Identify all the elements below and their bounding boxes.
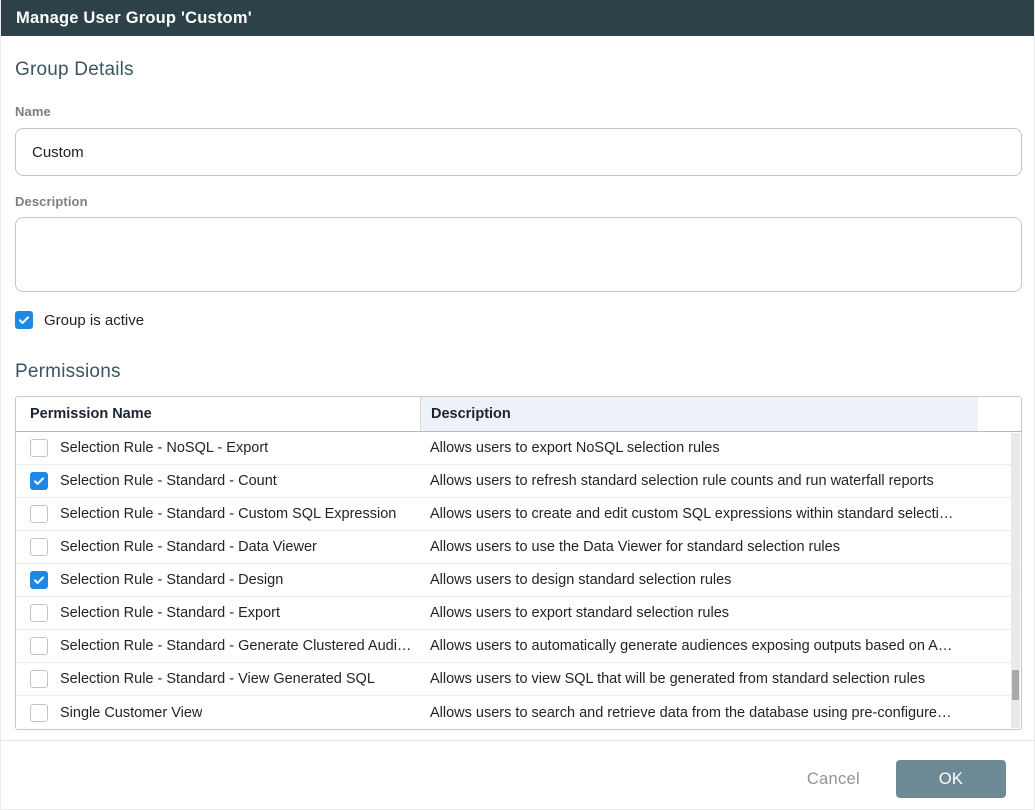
name-input[interactable] bbox=[15, 128, 1022, 176]
table-row[interactable]: Selection Rule - Standard - Data Viewer A… bbox=[16, 531, 1021, 564]
group-active-row: Group is active bbox=[15, 309, 1020, 331]
permission-name-cell: Selection Rule - Standard - Generate Clu… bbox=[16, 637, 420, 655]
table-scrollbar[interactable] bbox=[1011, 433, 1020, 728]
dialog-titlebar: Manage User Group 'Custom' bbox=[1, 0, 1034, 36]
permission-description-label: Allows users to design standard selectio… bbox=[420, 572, 1021, 588]
header-scrollbar-corner bbox=[978, 397, 1021, 431]
permission-name-cell: Selection Rule - Standard - Count bbox=[16, 472, 420, 490]
permission-name-label: Selection Rule - Standard - Design bbox=[60, 572, 283, 588]
table-row[interactable]: Single Customer View Allows users to sear… bbox=[16, 696, 1021, 729]
checkmark-icon bbox=[32, 573, 46, 587]
permissions-heading: Permissions bbox=[15, 358, 1020, 386]
table-row[interactable]: Selection Rule - Standard - Export Allows… bbox=[16, 597, 1021, 630]
permission-checkbox-unchecked[interactable] bbox=[30, 439, 48, 457]
group-active-checkbox[interactable] bbox=[15, 311, 33, 329]
checkmark-icon bbox=[17, 313, 31, 327]
description-input[interactable] bbox=[15, 217, 1022, 292]
permission-description-label: Allows users to export standard selectio… bbox=[420, 605, 1021, 621]
permission-name-cell: Selection Rule - Standard - Export bbox=[16, 604, 420, 622]
table-row[interactable]: Selection Rule - Standard - Design Allows… bbox=[16, 564, 1021, 597]
table-row[interactable]: Selection Rule - Standard - Custom SQL E… bbox=[16, 498, 1021, 531]
manage-user-group-dialog: Manage User Group 'Custom' Group Details… bbox=[0, 0, 1035, 810]
permission-description-label: Allows users to export NoSQL selection r… bbox=[420, 440, 1021, 456]
permission-name-label: Selection Rule - Standard - Generate Clu… bbox=[60, 638, 411, 654]
permission-name-label: Selection Rule - Standard - Data Viewer bbox=[60, 539, 317, 555]
permission-name-cell: Selection Rule - Standard - Custom SQL E… bbox=[16, 505, 420, 523]
table-scrollbar-thumb[interactable] bbox=[1012, 670, 1019, 700]
table-row[interactable]: Selection Rule - Standard - Generate Clu… bbox=[16, 630, 1021, 663]
permission-name-label: Single Customer View bbox=[60, 705, 202, 721]
permission-checkbox-unchecked[interactable] bbox=[30, 637, 48, 655]
permission-description-label: Allows users to use the Data Viewer for … bbox=[420, 539, 1021, 555]
table-row[interactable]: Selection Rule - Standard - View Generat… bbox=[16, 663, 1021, 696]
permissions-table-header: Permission Name Description bbox=[16, 397, 1021, 432]
column-header-permission-name[interactable]: Permission Name bbox=[16, 397, 420, 431]
permission-name-label: Selection Rule - Standard - Export bbox=[60, 605, 280, 621]
ok-button[interactable]: OK bbox=[896, 760, 1006, 798]
permission-checkbox-checked[interactable] bbox=[30, 571, 48, 589]
permission-name-cell: Selection Rule - NoSQL - Export bbox=[16, 439, 420, 457]
permission-checkbox-unchecked[interactable] bbox=[30, 670, 48, 688]
permission-name-cell: Selection Rule - Standard - Design bbox=[16, 571, 420, 589]
dialog-content: Group Details Name Description Group is … bbox=[1, 56, 1034, 798]
group-active-label: Group is active bbox=[44, 312, 144, 329]
permission-description-label: Allows users to refresh standard selecti… bbox=[420, 473, 1021, 489]
cancel-button[interactable]: Cancel bbox=[807, 770, 860, 789]
permission-checkbox-unchecked[interactable] bbox=[30, 704, 48, 722]
group-details-heading: Group Details bbox=[15, 56, 1020, 84]
permission-name-cell: Selection Rule - Standard - Data Viewer bbox=[16, 538, 420, 556]
permission-description-label: Allows users to automatically generate a… bbox=[420, 638, 1021, 654]
permission-name-label: Selection Rule - Standard - Count bbox=[60, 473, 277, 489]
permission-checkbox-unchecked[interactable] bbox=[30, 505, 48, 523]
permission-description-label: Allows users to view SQL that will be ge… bbox=[420, 671, 1021, 687]
name-label: Name bbox=[15, 104, 1020, 119]
checkmark-icon bbox=[32, 474, 46, 488]
permission-name-label: Selection Rule - Standard - View Generat… bbox=[60, 671, 375, 687]
permission-checkbox-unchecked[interactable] bbox=[30, 604, 48, 622]
dialog-title: Manage User Group 'Custom' bbox=[16, 9, 252, 28]
permission-checkbox-checked[interactable] bbox=[30, 472, 48, 490]
permission-description-label: Allows users to create and edit custom S… bbox=[420, 506, 1021, 522]
table-row[interactable]: Selection Rule - NoSQL - Export Allows us… bbox=[16, 432, 1021, 465]
permission-checkbox-unchecked[interactable] bbox=[30, 538, 48, 556]
permission-name-cell: Single Customer View bbox=[16, 704, 420, 722]
table-row[interactable]: Selection Rule - Standard - Count Allows … bbox=[16, 465, 1021, 498]
permissions-table: Permission Name Description Selection Ru… bbox=[15, 396, 1022, 730]
column-header-description[interactable]: Description bbox=[420, 397, 978, 431]
permission-description-label: Allows users to search and retrieve data… bbox=[420, 705, 1021, 721]
permission-name-label: Selection Rule - Standard - Custom SQL E… bbox=[60, 506, 396, 522]
dialog-footer: Cancel OK bbox=[15, 741, 1020, 798]
permissions-table-body: Selection Rule - NoSQL - Export Allows us… bbox=[16, 432, 1021, 729]
permission-name-cell: Selection Rule - Standard - View Generat… bbox=[16, 670, 420, 688]
permission-name-label: Selection Rule - NoSQL - Export bbox=[60, 440, 268, 456]
description-label: Description bbox=[15, 194, 1020, 209]
